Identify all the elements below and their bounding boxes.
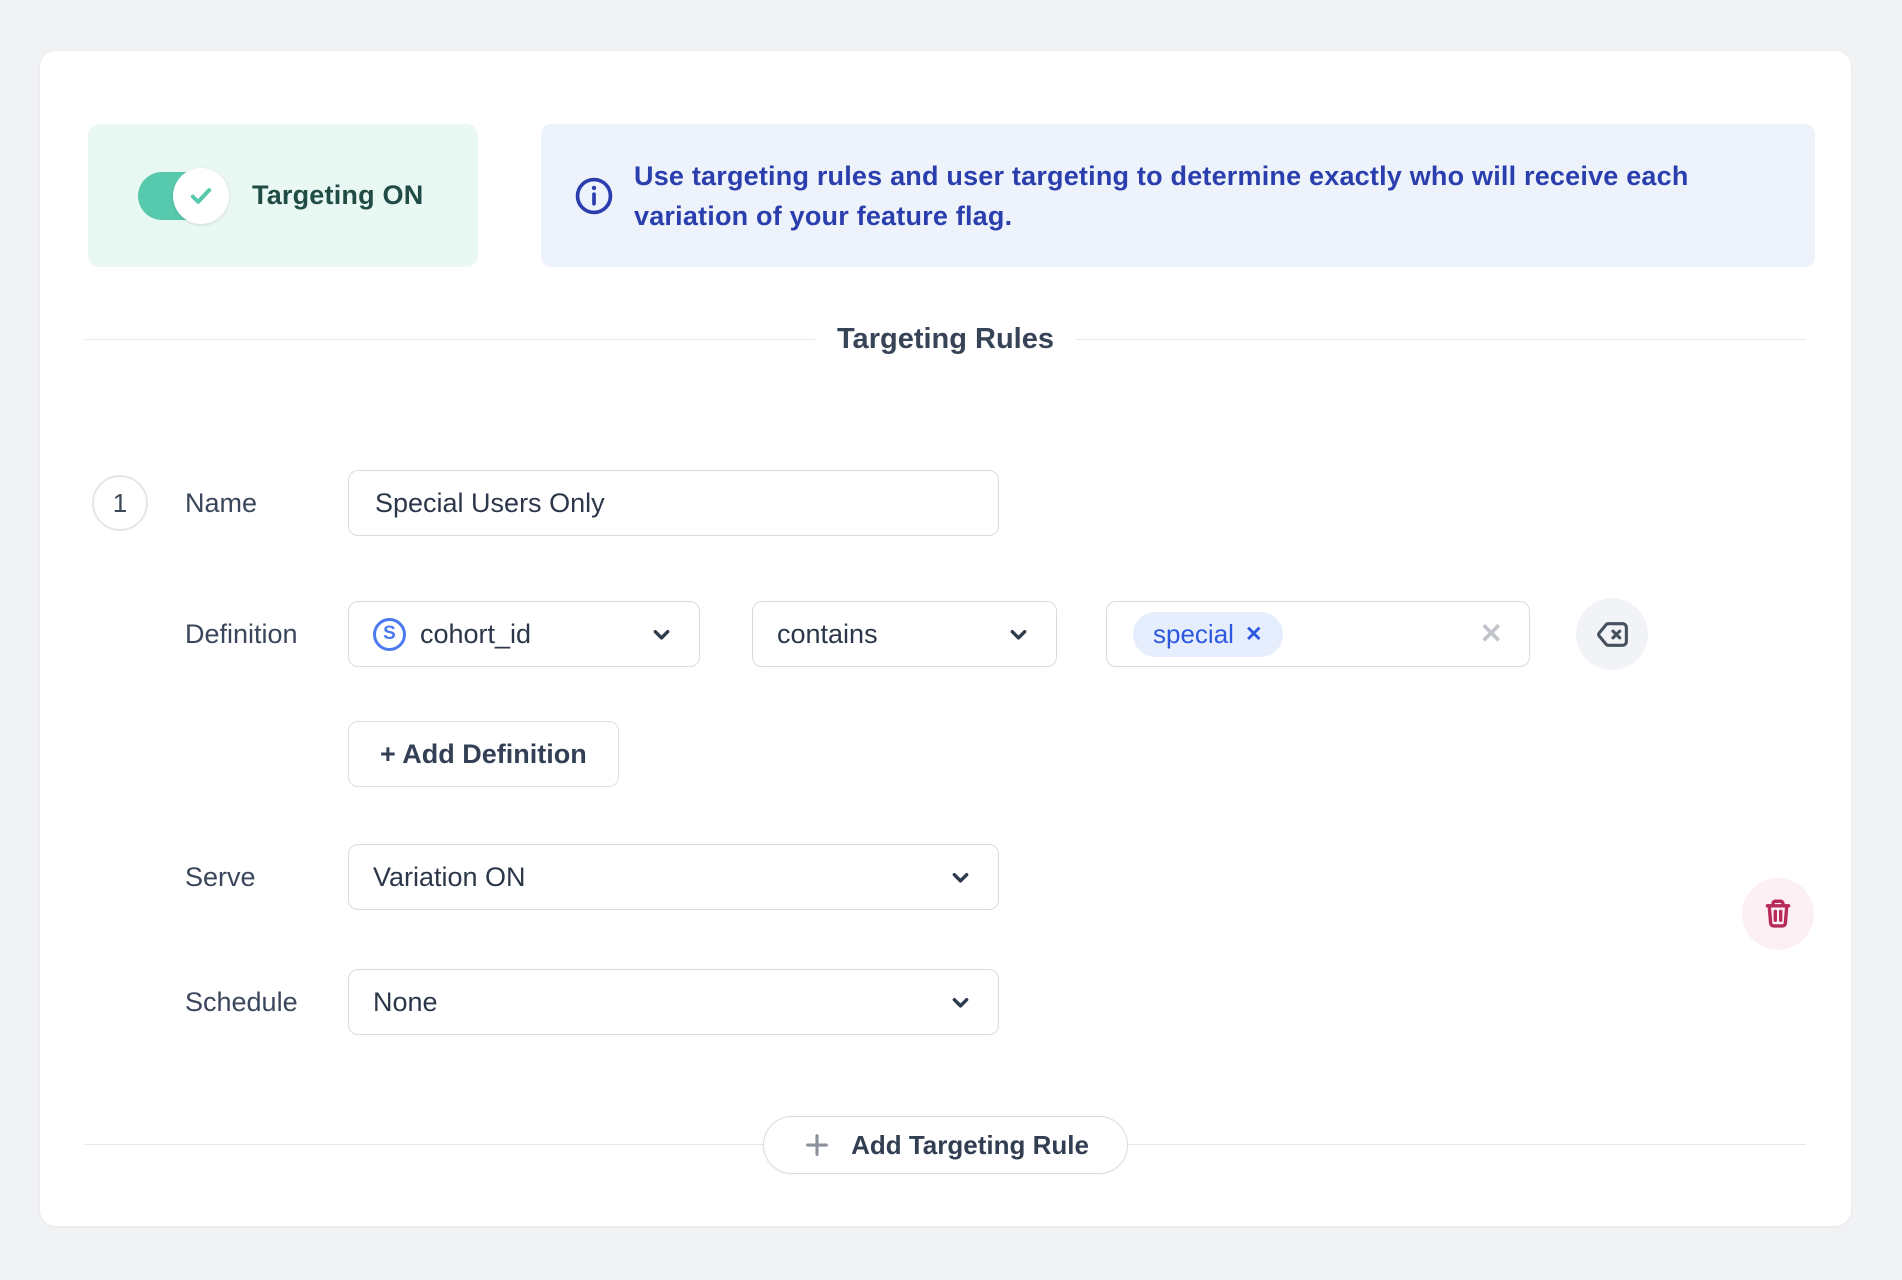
info-banner-text: Use targeting rules and user targeting t… [634,160,1689,231]
add-targeting-rule-label: Add Targeting Rule [851,1129,1089,1160]
chevron-down-icon [1010,629,1027,640]
section-heading: Targeting Rules [85,321,1806,357]
value-chip-label: special [1153,618,1234,649]
definition-operator-dropdown[interactable]: contains [752,601,1057,667]
backspace-icon [1596,621,1628,647]
rule-name-row: 1 Name [40,470,1851,536]
targeting-toggle-label: Targeting ON [252,180,424,210]
delete-rule-button[interactable] [1742,878,1814,950]
plus-icon [806,1134,828,1156]
definition-field-value: cohort_id [420,618,532,649]
rule-definition-row: Definition S cohort_id contains special … [40,598,1851,670]
info-icon [573,175,615,217]
heading-divider-left [85,338,815,340]
serve-dropdown[interactable]: Variation ON [348,844,999,910]
trash-icon [1765,899,1791,928]
rule-name-input[interactable] [348,470,999,536]
check-icon [190,187,212,204]
definition-field-dropdown[interactable]: S cohort_id [348,601,700,667]
top-section: Targeting ON Use targeting rules and use… [88,124,1815,267]
serve-value: Variation ON [373,861,526,892]
targeting-toggle-panel: Targeting ON [88,124,478,267]
chevron-down-icon [952,997,969,1008]
add-rule-section: Add Targeting Rule [85,1116,1806,1174]
heading-divider-right [1076,338,1806,340]
remove-definition-button[interactable] [1576,598,1648,670]
rule-number-badge: 1 [92,475,148,531]
targeting-rule-1: 1 Name Definition S cohort_id contains s… [40,470,1851,1035]
schedule-value: None [373,986,438,1017]
schedule-dropdown[interactable]: None [348,969,999,1035]
toggle-thumb [173,167,229,224]
add-targeting-rule-button[interactable]: Add Targeting Rule [763,1116,1128,1174]
targeting-toggle[interactable] [138,167,229,224]
chevron-down-icon [952,872,969,883]
clear-values-icon[interactable]: ✕ [1480,620,1503,648]
targeting-panel: Targeting ON Use targeting rules and use… [40,51,1851,1226]
add-definition-row: + Add Definition [40,721,1851,787]
chip-remove-icon[interactable]: ✕ [1245,624,1263,645]
schedule-label: Schedule [185,986,298,1017]
value-chip: special ✕ [1133,611,1283,657]
chevron-down-icon [653,629,670,640]
add-definition-button[interactable]: + Add Definition [348,721,619,787]
definition-label: Definition [185,618,298,649]
rule-schedule-row: Schedule None [40,969,1851,1035]
section-title: Targeting Rules [837,322,1054,355]
info-banner: Use targeting rules and user targeting t… [541,124,1815,267]
definition-operator-value: contains [777,618,878,649]
rule-serve-row: Serve Variation ON [40,844,1851,910]
name-label: Name [185,487,258,518]
definition-values-input[interactable]: special ✕ ✕ [1106,601,1530,667]
serve-label: Serve [185,861,256,892]
string-type-icon: S [373,617,406,651]
